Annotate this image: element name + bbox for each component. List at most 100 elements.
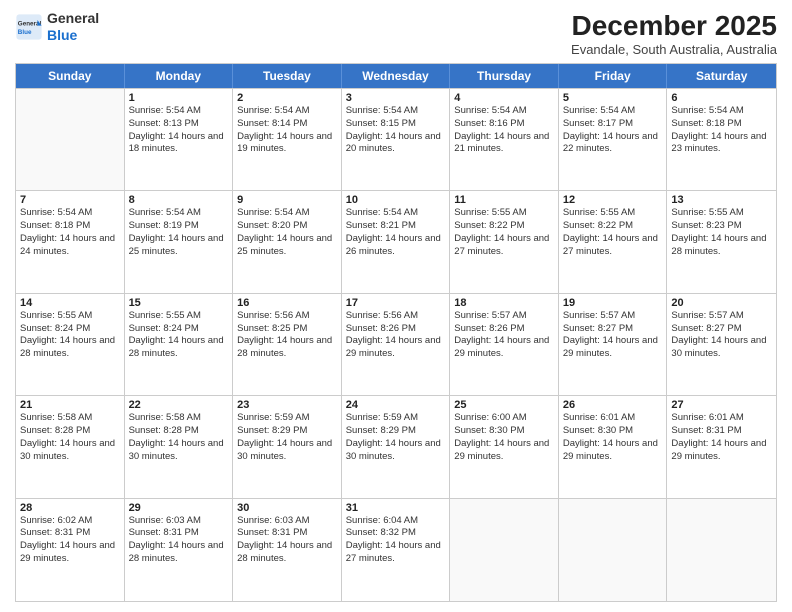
day-number: 11 <box>454 194 554 206</box>
day-number: 10 <box>346 194 446 206</box>
calendar-cell: 17Sunrise: 5:56 AM Sunset: 8:26 PM Dayli… <box>342 294 451 395</box>
cell-detail: Sunrise: 5:54 AM Sunset: 8:14 PM Dayligh… <box>237 105 337 156</box>
calendar-cell <box>16 89 125 190</box>
cell-detail: Sunrise: 6:03 AM Sunset: 8:31 PM Dayligh… <box>237 515 337 566</box>
calendar-cell <box>450 499 559 601</box>
svg-text:Blue: Blue <box>18 29 32 36</box>
day-number: 25 <box>454 399 554 411</box>
logo-general: General <box>47 10 99 27</box>
cell-detail: Sunrise: 5:59 AM Sunset: 8:29 PM Dayligh… <box>237 412 337 463</box>
cell-detail: Sunrise: 5:55 AM Sunset: 8:22 PM Dayligh… <box>563 207 663 258</box>
day-number: 14 <box>20 297 120 309</box>
day-number: 1 <box>129 92 229 104</box>
calendar-cell: 24Sunrise: 5:59 AM Sunset: 8:29 PM Dayli… <box>342 396 451 497</box>
cell-detail: Sunrise: 5:54 AM Sunset: 8:17 PM Dayligh… <box>563 105 663 156</box>
calendar-body: 1Sunrise: 5:54 AM Sunset: 8:13 PM Daylig… <box>16 88 776 601</box>
day-number: 3 <box>346 92 446 104</box>
calendar: SundayMondayTuesdayWednesdayThursdayFrid… <box>15 63 777 602</box>
calendar-cell <box>559 499 668 601</box>
calendar-cell: 8Sunrise: 5:54 AM Sunset: 8:19 PM Daylig… <box>125 191 234 292</box>
location: Evandale, South Australia, Australia <box>571 42 777 57</box>
calendar-cell: 26Sunrise: 6:01 AM Sunset: 8:30 PM Dayli… <box>559 396 668 497</box>
cell-detail: Sunrise: 5:57 AM Sunset: 8:26 PM Dayligh… <box>454 310 554 361</box>
calendar-cell <box>667 499 776 601</box>
calendar-cell: 30Sunrise: 6:03 AM Sunset: 8:31 PM Dayli… <box>233 499 342 601</box>
calendar-row-3: 21 Sunrise: 5:58 AM Sunset: 8:28 PM Dayli… <box>16 396 776 498</box>
cell-detail: Sunrise: 6:03 AM Sunset: 8:31 PM Dayligh… <box>129 515 229 566</box>
cell-detail: Sunrise: 5:54 AM Sunset: 8:18 PM Dayligh… <box>20 207 120 258</box>
cell-detail: Sunrise: 5:55 AM Sunset: 8:22 PM Dayligh… <box>454 207 554 258</box>
cell-detail: Sunrise: 6:02 AM Sunset: 8:31 PM Dayligh… <box>20 515 120 566</box>
header: General Blue General Blue December 2025 … <box>15 10 777 57</box>
calendar-cell: 16Sunrise: 5:56 AM Sunset: 8:25 PM Dayli… <box>233 294 342 395</box>
cell-detail: Sunrise: 5:56 AM Sunset: 8:26 PM Dayligh… <box>346 310 446 361</box>
day-number: 13 <box>671 194 772 206</box>
cell-detail: Sunrise: 5:58 AM Sunset: 8:28 PM Dayligh… <box>129 412 229 463</box>
day-number: 30 <box>237 502 337 514</box>
cell-detail: Sunrise: 6:04 AM Sunset: 8:32 PM Dayligh… <box>346 515 446 566</box>
calendar-cell: 27Sunrise: 6:01 AM Sunset: 8:31 PM Dayli… <box>667 396 776 497</box>
cell-detail: Sunrise: 5:54 AM Sunset: 8:18 PM Dayligh… <box>671 105 772 156</box>
day-number: 4 <box>454 92 554 104</box>
cell-detail: Sunrise: 5:55 AM Sunset: 8:24 PM Dayligh… <box>20 310 120 361</box>
cell-detail: Sunrise: 5:57 AM Sunset: 8:27 PM Dayligh… <box>563 310 663 361</box>
day-number: 18 <box>454 297 554 309</box>
cell-detail: Sunrise: 5:54 AM Sunset: 8:19 PM Dayligh… <box>129 207 229 258</box>
title-block: December 2025 Evandale, South Australia,… <box>571 10 777 57</box>
cell-detail: Sunrise: 5:57 AM Sunset: 8:27 PM Dayligh… <box>671 310 772 361</box>
calendar-cell: 13Sunrise: 5:55 AM Sunset: 8:23 PM Dayli… <box>667 191 776 292</box>
calendar-cell: 23Sunrise: 5:59 AM Sunset: 8:29 PM Dayli… <box>233 396 342 497</box>
day-number: 22 <box>129 399 229 411</box>
day-number: 7 <box>20 194 120 206</box>
day-number: 19 <box>563 297 663 309</box>
cell-detail: Sunrise: 5:54 AM Sunset: 8:15 PM Dayligh… <box>346 105 446 156</box>
cell-detail: Sunrise: 5:59 AM Sunset: 8:29 PM Dayligh… <box>346 412 446 463</box>
logo-icon: General Blue <box>15 13 43 41</box>
calendar-cell: 7Sunrise: 5:54 AM Sunset: 8:18 PM Daylig… <box>16 191 125 292</box>
calendar-cell: 6Sunrise: 5:54 AM Sunset: 8:18 PM Daylig… <box>667 89 776 190</box>
day-number: 21 <box>20 399 120 411</box>
calendar-cell: 3Sunrise: 5:54 AM Sunset: 8:15 PM Daylig… <box>342 89 451 190</box>
day-number: 23 <box>237 399 337 411</box>
calendar-row-2: 14Sunrise: 5:55 AM Sunset: 8:24 PM Dayli… <box>16 294 776 396</box>
calendar-row-4: 28Sunrise: 6:02 AM Sunset: 8:31 PM Dayli… <box>16 499 776 601</box>
calendar-cell: 19Sunrise: 5:57 AM Sunset: 8:27 PM Dayli… <box>559 294 668 395</box>
calendar-cell: 15Sunrise: 5:55 AM Sunset: 8:24 PM Dayli… <box>125 294 234 395</box>
weekday-header-monday: Monday <box>125 64 234 88</box>
day-number: 2 <box>237 92 337 104</box>
cell-detail: Sunrise: 5:54 AM Sunset: 8:16 PM Dayligh… <box>454 105 554 156</box>
cell-detail: Sunrise: 5:55 AM Sunset: 8:23 PM Dayligh… <box>671 207 772 258</box>
cell-detail: Sunrise: 6:01 AM Sunset: 8:31 PM Dayligh… <box>671 412 772 463</box>
cell-detail: Sunrise: 5:54 AM Sunset: 8:20 PM Dayligh… <box>237 207 337 258</box>
calendar-cell: 12Sunrise: 5:55 AM Sunset: 8:22 PM Dayli… <box>559 191 668 292</box>
day-number: 15 <box>129 297 229 309</box>
month-title: December 2025 <box>571 10 777 42</box>
day-number: 28 <box>20 502 120 514</box>
calendar-cell: 22Sunrise: 5:58 AM Sunset: 8:28 PM Dayli… <box>125 396 234 497</box>
day-number: 12 <box>563 194 663 206</box>
cell-detail: Sunrise: 6:01 AM Sunset: 8:30 PM Dayligh… <box>563 412 663 463</box>
day-number: 27 <box>671 399 772 411</box>
cell-detail: Sunrise: 5:56 AM Sunset: 8:25 PM Dayligh… <box>237 310 337 361</box>
weekday-header-wednesday: Wednesday <box>342 64 451 88</box>
logo-text: General Blue <box>47 10 99 44</box>
calendar-cell: 11Sunrise: 5:55 AM Sunset: 8:22 PM Dayli… <box>450 191 559 292</box>
calendar-cell: 14Sunrise: 5:55 AM Sunset: 8:24 PM Dayli… <box>16 294 125 395</box>
calendar-cell: 25Sunrise: 6:00 AM Sunset: 8:30 PM Dayli… <box>450 396 559 497</box>
day-number: 6 <box>671 92 772 104</box>
day-number: 26 <box>563 399 663 411</box>
day-number: 24 <box>346 399 446 411</box>
cell-detail: Sunrise: 5:54 AM Sunset: 8:21 PM Dayligh… <box>346 207 446 258</box>
weekday-header-friday: Friday <box>559 64 668 88</box>
calendar-row-1: 7Sunrise: 5:54 AM Sunset: 8:18 PM Daylig… <box>16 191 776 293</box>
calendar-cell: 10Sunrise: 5:54 AM Sunset: 8:21 PM Dayli… <box>342 191 451 292</box>
calendar-cell: 28Sunrise: 6:02 AM Sunset: 8:31 PM Dayli… <box>16 499 125 601</box>
calendar-cell: 29Sunrise: 6:03 AM Sunset: 8:31 PM Dayli… <box>125 499 234 601</box>
day-number: 31 <box>346 502 446 514</box>
weekday-header-thursday: Thursday <box>450 64 559 88</box>
calendar-cell: 4Sunrise: 5:54 AM Sunset: 8:16 PM Daylig… <box>450 89 559 190</box>
day-number: 8 <box>129 194 229 206</box>
calendar-header: SundayMondayTuesdayWednesdayThursdayFrid… <box>16 64 776 88</box>
cell-detail: Sunrise: 6:00 AM Sunset: 8:30 PM Dayligh… <box>454 412 554 463</box>
calendar-cell: 1Sunrise: 5:54 AM Sunset: 8:13 PM Daylig… <box>125 89 234 190</box>
